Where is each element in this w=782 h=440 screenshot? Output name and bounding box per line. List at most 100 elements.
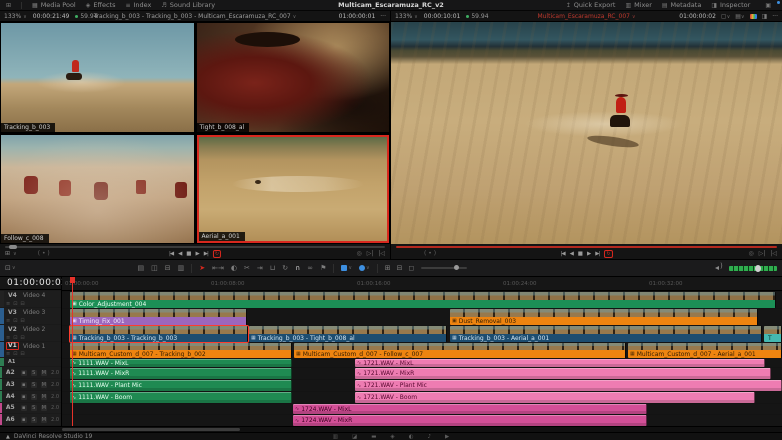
mode-icon-0[interactable]: ▤ <box>138 264 145 272</box>
flag-color-select[interactable]: ∨ <box>341 265 352 271</box>
track-header-A6[interactable]: A6▪SM2.0 <box>0 414 61 425</box>
transport-button-3[interactable]: ▶ <box>587 251 590 257</box>
jog-control[interactable]: ( • ) <box>424 250 436 257</box>
angle-tile-tracking[interactable]: Tracking_b_003 <box>1 23 194 132</box>
track-lane-A2[interactable]: ∿1111.WAV - MixR ∿1721.WAV - MixR <box>62 368 782 379</box>
track-lane-A4[interactable]: ∿1111.WAV - Boom∿1721.WAV - Boom <box>62 392 782 403</box>
track-id-A1[interactable]: A1 <box>6 358 17 366</box>
dynamic-trim-tool[interactable]: ◐ <box>231 264 237 272</box>
track-icon-2[interactable]: ⊟ <box>20 318 24 324</box>
snapping-toggle[interactable]: ∩ <box>295 264 300 272</box>
timeline-clip[interactable]: ▦Tracking_b_003 - Tight_b_008_al <box>249 326 447 342</box>
track-icon-0[interactable]: ≡ <box>6 301 10 307</box>
track-icon-0[interactable]: ≡ <box>6 318 10 324</box>
track-icon-0[interactable]: ≡ <box>6 351 10 357</box>
multicam-layout-icon[interactable]: ⊞ <box>5 250 10 257</box>
zoom-tool-2[interactable]: ◻ <box>408 264 414 272</box>
track-lane-V4[interactable]: ▣Color_Adjustment_004 <box>62 292 782 308</box>
timeline-clip[interactable]: ▦Tracking_b_003 - Aerial_a_001 <box>450 326 762 342</box>
audio-meter[interactable] <box>729 266 777 271</box>
track-id-V4[interactable]: V4 <box>6 292 19 300</box>
track-lane-A1[interactable]: ∿1111.WAV - MixL∿1721.WAV - MixL <box>62 359 782 367</box>
solo-button[interactable]: S <box>31 405 37 411</box>
transport-button-2[interactable]: ■ <box>578 251 582 257</box>
track-icon-0[interactable]: ≡ <box>6 335 10 341</box>
mute-button[interactable]: M <box>41 370 47 376</box>
replace-clip[interactable]: ↻ <box>282 264 288 272</box>
mute-button[interactable]: M <box>41 382 47 388</box>
transport-extra-icon-0[interactable]: ◎ <box>356 250 361 257</box>
track-lane-V3[interactable]: ▣Timing_Fix_001▣Dust_Removal_003 <box>62 309 782 325</box>
panel-toggle-icon[interactable]: ▣ <box>765 2 771 9</box>
mode-icon-1[interactable]: ◫ <box>151 264 158 272</box>
edit-page-icon[interactable]: ▬ <box>371 434 376 440</box>
transport-button-3[interactable]: ▶ <box>196 251 199 257</box>
timeline-viewer-menu[interactable]: ··· <box>772 13 778 20</box>
mixer-button[interactable]: ▥Mixer <box>625 1 651 9</box>
mode-icon-2[interactable]: ⊟ <box>165 264 171 272</box>
media-page-icon[interactable]: ▥ <box>333 434 338 440</box>
camera-select-icon[interactable]: ▤∨ <box>735 13 744 20</box>
track-id-V3[interactable]: V3 <box>6 309 19 317</box>
track-header-V1[interactable]: V1Video 1≡⊡⊟ <box>0 342 61 357</box>
zoom-tool-1[interactable]: ⊟ <box>397 264 403 272</box>
timeline-clip[interactable]: ∿1724.WAV - MixL <box>293 404 647 414</box>
timeline-zoom-slider[interactable] <box>421 267 467 269</box>
track-id-A3[interactable]: A3 <box>4 381 17 389</box>
marker-color-select[interactable]: ∨ <box>359 265 370 271</box>
mute-button[interactable]: M <box>41 394 47 400</box>
timeline-clip[interactable]: ▣Color_Adjustment_004 <box>70 292 776 308</box>
track-icon-2[interactable]: ⊟ <box>20 335 24 341</box>
track-lane-A5[interactable]: ∿1724.WAV - MixL <box>62 404 782 414</box>
transport-button-0[interactable]: |◀ <box>169 251 173 257</box>
jog-control[interactable]: ( • ) <box>38 250 50 257</box>
track-id-A4[interactable]: A4 <box>4 393 17 401</box>
scrollbar-thumb[interactable] <box>62 428 240 431</box>
source-options-menu[interactable]: ··· <box>380 13 386 20</box>
resolution-select-icon[interactable]: ▢∨ <box>721 13 730 20</box>
zoom-tool-0[interactable]: ⊞ <box>385 264 391 272</box>
lock-icon[interactable]: ▪ <box>21 382 27 388</box>
track-id-A6[interactable]: A6 <box>4 416 17 424</box>
timeline-clip[interactable]: T <box>764 326 782 342</box>
transport-extra-icon-1[interactable]: ▷| <box>367 250 374 257</box>
track-icon-1[interactable]: ⊡ <box>13 335 17 341</box>
mute-button[interactable]: M <box>41 417 47 423</box>
track-header-A4[interactable]: A4▪SM2.0 <box>0 391 61 402</box>
mute-button[interactable]: M <box>41 405 47 411</box>
timeline-view-options[interactable]: ⊡∨ <box>5 264 16 272</box>
timeline-clip[interactable]: ▣Dust_Removal_003 <box>450 309 758 325</box>
loop-button[interactable]: ↻ <box>213 250 221 258</box>
transport-button-4[interactable]: ▶| <box>204 251 208 257</box>
track-id-V1[interactable]: V1 <box>6 342 19 350</box>
cut-page-icon[interactable]: ◪ <box>352 434 357 440</box>
lock-icon[interactable]: ▪ <box>21 417 27 423</box>
lock-icon[interactable]: ▪ <box>21 370 27 376</box>
sound-library-button[interactable]: ♬Sound Library <box>161 1 215 9</box>
track-header-V4[interactable]: V4Video 4≡⊡⊟ <box>0 291 61 307</box>
track-header-A3[interactable]: A3▪SM2.0 <box>0 379 61 390</box>
fairlight-page-icon[interactable]: ♪ <box>427 434 431 440</box>
angle-tile-aerial-active[interactable]: Aerial_a_001 <box>197 135 390 244</box>
timeline-clip[interactable]: ∿1111.WAV - MixR <box>70 368 292 379</box>
timeline-clip[interactable]: ∿1721.WAV - MixR <box>355 368 771 379</box>
angle-tile-tight[interactable]: Tight_b_008_al <box>197 23 390 132</box>
speaker-icon[interactable] <box>715 264 724 272</box>
track-icon-2[interactable]: ⊟ <box>20 351 24 357</box>
timeline-clip[interactable]: ▦Multicam_Custom_d_007 - Tracking_b_002 <box>70 343 292 358</box>
media-pool-button[interactable]: ▦Media Pool <box>32 1 76 9</box>
track-icon-1[interactable]: ⊡ <box>13 301 17 307</box>
workspace-button[interactable]: ⊞ <box>6 2 11 9</box>
timeline-clip[interactable]: ∿1721.WAV - Plant Mic <box>355 380 782 391</box>
transport-button-1[interactable]: ◀ <box>178 251 181 257</box>
solo-button[interactable]: S <box>31 394 37 400</box>
solo-button[interactable]: S <box>31 417 37 423</box>
angle-tile-follow[interactable]: Follow_c_008 <box>1 135 194 244</box>
color-tools-icon[interactable] <box>750 14 757 19</box>
razor-tool[interactable]: ✂ <box>244 264 250 272</box>
timeline-clip[interactable]: ∿1111.WAV - MixL <box>70 359 292 367</box>
selection-tool[interactable]: ➤ <box>199 264 205 272</box>
track-lane-V2[interactable]: ▦Tracking_b_003 - Tracking_b_003▦Trackin… <box>62 326 782 342</box>
lock-icon[interactable]: ▪ <box>21 405 27 411</box>
timeline-zoom-select[interactable]: 133% ∨ <box>395 13 418 20</box>
